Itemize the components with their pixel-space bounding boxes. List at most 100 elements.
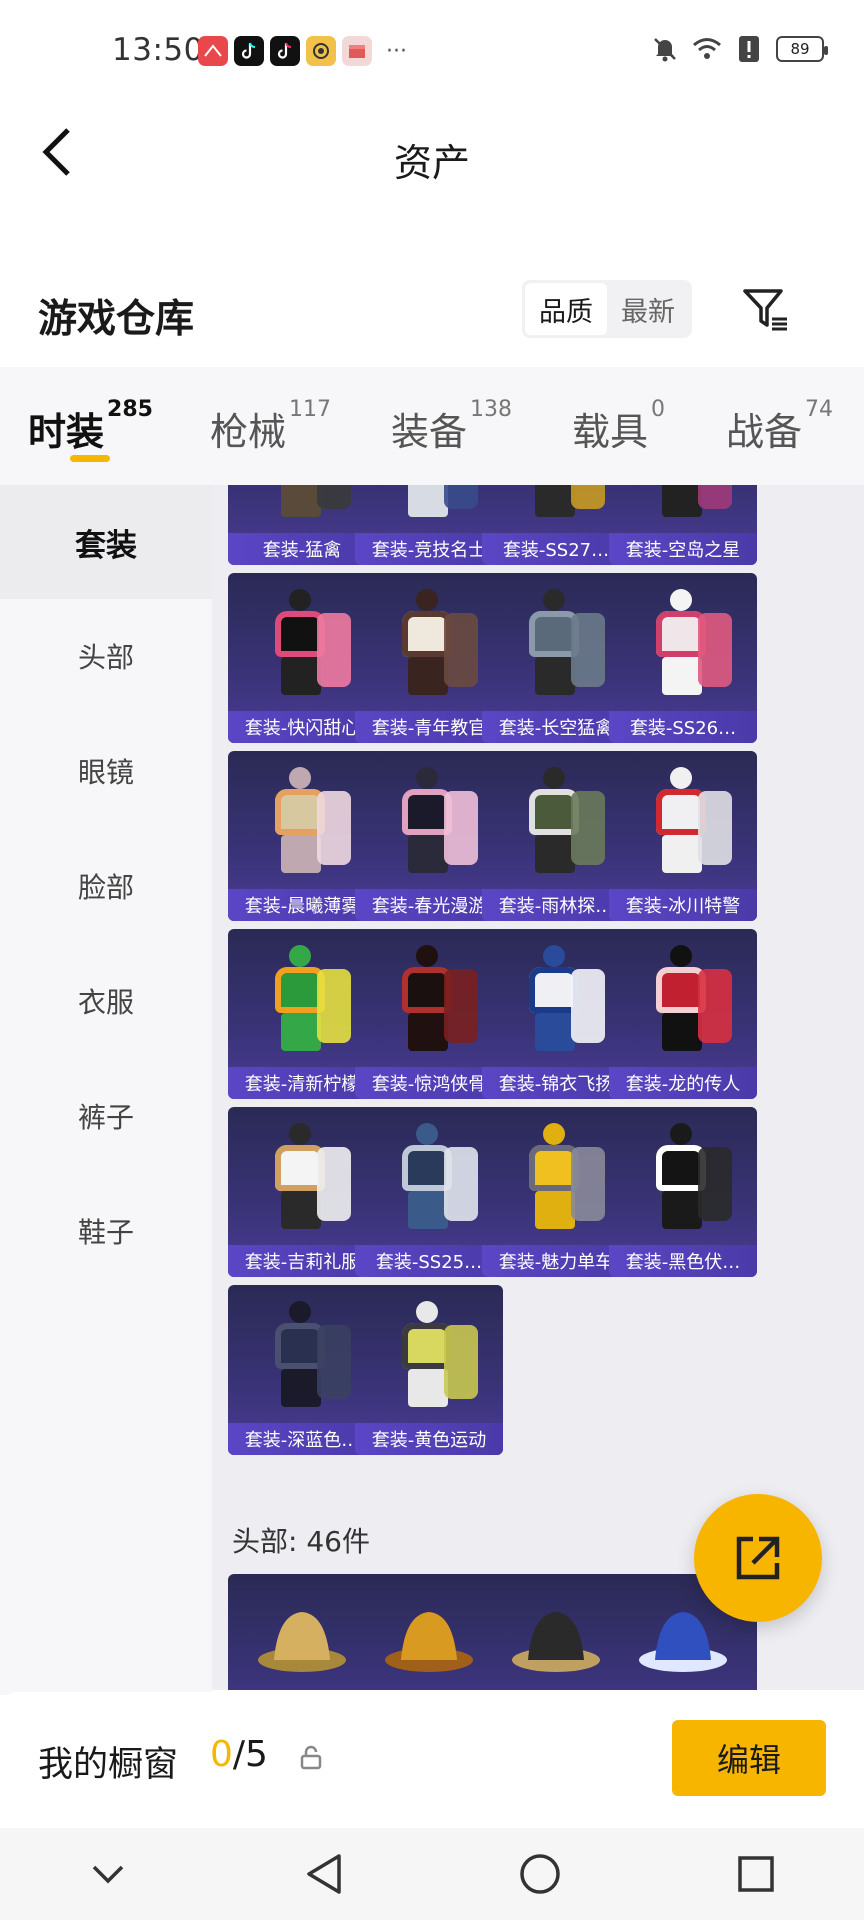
tab-count: 0 (651, 397, 666, 422)
suit-card[interactable]: 套装-青年教官 (355, 573, 503, 743)
share-fab-button[interactable] (694, 1494, 822, 1622)
suit-image (228, 485, 376, 533)
suit-card[interactable]: 套装-快闪甜心 (228, 573, 376, 743)
figure-legs (662, 1013, 702, 1051)
figure-head (416, 589, 438, 611)
figure-head (543, 1123, 565, 1145)
tiktok-icon (270, 36, 300, 66)
figure-head (670, 767, 692, 789)
sort-toggle: 品质 最新 (522, 280, 692, 338)
suit-image (355, 485, 503, 533)
head-item-card[interactable] (228, 1574, 376, 1690)
wifi-icon (692, 34, 722, 64)
figure-legs (281, 485, 321, 517)
tab-equipment[interactable]: 装备138 (391, 397, 512, 456)
nav-back-button[interactable] (294, 1844, 354, 1904)
mute-icon (650, 34, 680, 64)
filter-icon (743, 289, 787, 331)
suit-card[interactable]: 套装-锦衣飞扬 (482, 929, 630, 1099)
outfit-figure (374, 485, 484, 523)
filter-button[interactable] (738, 282, 794, 338)
suit-label: 套装-长空猛禽 (482, 711, 630, 743)
status-time: 13:50 (112, 32, 204, 68)
edit-button[interactable]: 编辑 (672, 1720, 826, 1796)
figure-legs (408, 657, 448, 695)
outfit-figure (628, 485, 738, 523)
figure-second-piece (571, 613, 605, 687)
suit-label: 套装-黄色运动 (355, 1423, 503, 1455)
suit-card[interactable]: 套装-竞技名士 (355, 485, 503, 565)
figure-second-piece (571, 1147, 605, 1221)
nav-hide-button[interactable] (78, 1844, 138, 1904)
head-item-card[interactable] (482, 1574, 630, 1690)
home-circle-icon (520, 1854, 560, 1894)
tab-combat-supplies[interactable]: 战备74 (726, 397, 833, 456)
suit-label: 套装-吉莉礼服 (228, 1245, 376, 1277)
figure-legs (408, 1369, 448, 1407)
suit-card[interactable]: 套装-惊鸿侠骨 (355, 929, 503, 1099)
head-item-card[interactable] (355, 1574, 503, 1690)
suit-card[interactable]: 套装-空岛之星 (609, 485, 757, 565)
headwear-icon (512, 1612, 600, 1672)
suit-label: 套装-深蓝色… (228, 1423, 376, 1455)
figure-head (543, 589, 565, 611)
tab-vehicles[interactable]: 载具0 (572, 397, 665, 456)
showcase-bar: 我的橱窗 0/5 编辑 (0, 1692, 864, 1828)
suit-label: 套装-快闪甜心 (228, 711, 376, 743)
suit-label: 套装-SS27… (482, 533, 630, 565)
outfit-figure (628, 761, 738, 879)
nav-home-button[interactable] (510, 1844, 570, 1904)
gift-app-icon (342, 36, 372, 66)
suit-card[interactable]: 套装-SS27… (482, 485, 630, 565)
figure-second-piece (698, 613, 732, 687)
suit-card[interactable]: 套装-SS26… (609, 573, 757, 743)
figure-second-piece (444, 969, 478, 1043)
figure-legs (535, 657, 575, 695)
head-section-label: 头部: 46件 (232, 1525, 370, 1558)
suit-card[interactable]: 套装-清新柠檬 (228, 929, 376, 1099)
outfit-figure (501, 939, 611, 1057)
suit-label: 套装-SS25… (355, 1245, 503, 1277)
tab-outfits[interactable]: 时装285 (28, 397, 153, 456)
suit-card[interactable]: 套装-猛禽 (228, 485, 376, 565)
figure-second-piece (444, 1147, 478, 1221)
sidebar-item-head[interactable]: 头部 (0, 599, 212, 713)
suit-image (609, 929, 757, 1067)
figure-second-piece (698, 1147, 732, 1221)
sidebar-item-glasses[interactable]: 眼镜 (0, 714, 212, 828)
sidebar-item-face[interactable]: 脸部 (0, 829, 212, 943)
sort-quality-button[interactable]: 品质 (525, 283, 607, 335)
suit-image (482, 485, 630, 533)
figure-legs (281, 835, 321, 873)
suit-card[interactable]: 套装-晨曦薄雾 (228, 751, 376, 921)
suit-image (355, 1107, 503, 1245)
suit-label: 套装-青年教官 (355, 711, 503, 743)
active-tab-indicator (70, 455, 110, 462)
suit-card[interactable]: 套装-黄色运动 (355, 1285, 503, 1455)
nav-recents-button[interactable] (726, 1844, 786, 1904)
suit-card[interactable]: 套装-黑色伏… (609, 1107, 757, 1277)
suit-card[interactable]: 套装-深蓝色… (228, 1285, 376, 1455)
figure-legs (662, 1191, 702, 1229)
suit-card[interactable]: 套装-龙的传人 (609, 929, 757, 1099)
suit-card[interactable]: 套装-长空猛禽 (482, 573, 630, 743)
alert-icon (734, 34, 764, 64)
suit-label: 套装-黑色伏… (609, 1245, 757, 1277)
suit-card[interactable]: 套装-雨林探… (482, 751, 630, 921)
sort-newest-button[interactable]: 最新 (607, 283, 689, 335)
suit-card[interactable]: 套装-SS25… (355, 1107, 503, 1277)
sidebar-item-pants[interactable]: 裤子 (0, 1059, 212, 1173)
sidebar-item-suits[interactable]: 套装 (0, 485, 212, 599)
sidebar-item-shoes[interactable]: 鞋子 (0, 1174, 212, 1288)
tab-guns[interactable]: 枪械117 (210, 397, 331, 456)
suit-card[interactable]: 套装-冰川特警 (609, 751, 757, 921)
suit-image (355, 573, 503, 711)
suit-image (609, 751, 757, 889)
sidebar-item-clothes[interactable]: 衣服 (0, 944, 212, 1058)
suit-card[interactable]: 套装-吉莉礼服 (228, 1107, 376, 1277)
suit-card[interactable]: 套装-春光漫游 (355, 751, 503, 921)
system-nav-bar (0, 1828, 864, 1920)
figure-head (670, 945, 692, 967)
suit-card[interactable]: 套装-魅力单车 (482, 1107, 630, 1277)
outfit-figure (628, 583, 738, 701)
